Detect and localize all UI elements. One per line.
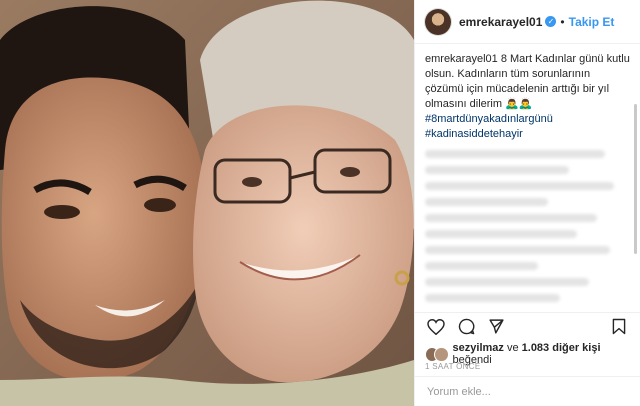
share-icon[interactable]	[485, 316, 507, 338]
instagram-post: emrekarayel01 ✓ • Takip Et emrekarayel01…	[0, 0, 640, 406]
user-avatar[interactable]	[425, 8, 451, 35]
hashtag-link[interactable]: #8martdünyakadınlargünü	[425, 112, 630, 127]
comments-section[interactable]: emrekarayel01 8 Mart Kadınlar günü kutlu…	[415, 44, 640, 306]
heart-icon[interactable]	[425, 316, 447, 338]
bookmark-icon[interactable]	[608, 316, 630, 338]
caption-username[interactable]: emrekarayel01	[425, 53, 498, 65]
liker-avatar	[434, 346, 449, 362]
likes-count-link[interactable]: 1.083 diğer kişi	[522, 342, 601, 354]
post-sidebar: emrekarayel01 ✓ • Takip Et emrekarayel01…	[414, 0, 640, 406]
selfie-image	[0, 0, 414, 406]
post-caption: emrekarayel01 8 Mart Kadınlar günü kutlu…	[425, 52, 630, 142]
comments-scrollbar[interactable]	[634, 104, 637, 254]
likes-connector: ve	[503, 342, 522, 354]
post-timestamp: 1 SAAT ÖNCE	[425, 362, 481, 371]
follow-button[interactable]: Takip Et	[569, 15, 615, 29]
comment-icon[interactable]	[455, 316, 477, 338]
comment-input[interactable]	[425, 384, 630, 399]
action-bar	[415, 312, 640, 340]
liker-username[interactable]: sezyilmaz	[453, 342, 504, 354]
blurred-comments	[425, 150, 630, 302]
post-photo[interactable]	[0, 0, 414, 406]
post-header: emrekarayel01 ✓ • Takip Et	[415, 0, 640, 44]
add-comment-bar	[415, 376, 640, 406]
hashtag-link[interactable]: #kadinasiddetehayir	[425, 127, 630, 142]
username[interactable]: emrekarayel01	[459, 15, 542, 29]
separator-dot: •	[560, 14, 565, 29]
verified-badge-icon: ✓	[545, 16, 557, 27]
